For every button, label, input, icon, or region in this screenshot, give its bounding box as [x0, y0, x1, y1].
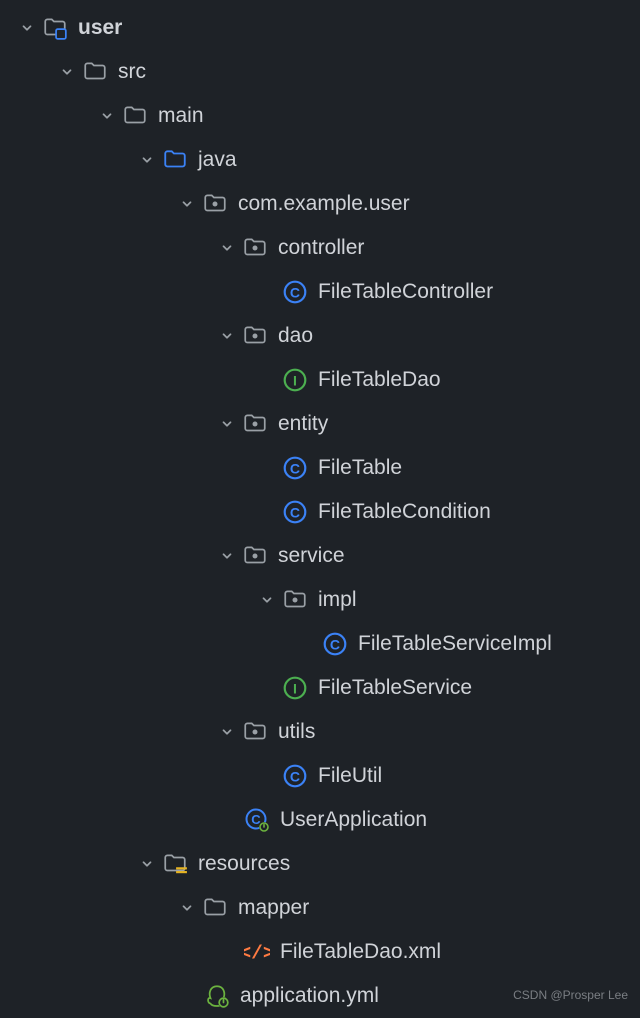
- chevron-down-icon[interactable]: [258, 591, 276, 609]
- package-controller[interactable]: controller: [0, 226, 640, 270]
- tree-node-label: FileTableService: [318, 676, 472, 700]
- tree-node-label: FileTableCondition: [318, 500, 491, 524]
- tree-node-label: impl: [318, 588, 357, 612]
- tree-node-label: service: [278, 544, 345, 568]
- chevron-down-icon[interactable]: [178, 899, 196, 917]
- chevron-down-icon[interactable]: [218, 239, 236, 257]
- svg-text:C: C: [330, 636, 340, 652]
- resources-icon: [162, 851, 188, 877]
- tree-node-label: main: [158, 104, 204, 128]
- folder-icon: [202, 895, 228, 921]
- package-utils[interactable]: utils: [0, 710, 640, 754]
- class-file-util[interactable]: C FileUtil: [0, 754, 640, 798]
- xml-icon: </>: [244, 939, 270, 965]
- tree-node-label: FileTable: [318, 456, 402, 480]
- tree-node-label: FileUtil: [318, 764, 382, 788]
- chevron-down-icon[interactable]: [218, 415, 236, 433]
- package-icon: [242, 719, 268, 745]
- tree-node-label: UserApplication: [280, 808, 427, 832]
- package-com-example-user[interactable]: com.example.user: [0, 182, 640, 226]
- package-impl[interactable]: impl: [0, 578, 640, 622]
- tree-node-label: java: [198, 148, 237, 172]
- tree-node-label: application.yml: [240, 984, 379, 1008]
- spring-yml-icon: [204, 983, 230, 1009]
- tree-node-label: controller: [278, 236, 364, 260]
- tree-node-label: FileTableServiceImpl: [358, 632, 552, 656]
- package-icon: [282, 587, 308, 613]
- chevron-down-icon[interactable]: [98, 107, 116, 125]
- class-user-application[interactable]: C UserApplication: [0, 798, 640, 842]
- tree-node-label: FileTableDao.xml: [280, 940, 441, 964]
- package-service[interactable]: service: [0, 534, 640, 578]
- project-tree: user srcmain javacom.example.user controlle…: [0, 6, 640, 1018]
- tree-node-label: utils: [278, 720, 315, 744]
- class-icon: C: [282, 455, 308, 481]
- folder-resources[interactable]: resources: [0, 842, 640, 886]
- tree-node-label: resources: [198, 852, 290, 876]
- package-icon: [242, 235, 268, 261]
- chevron-down-icon[interactable]: [18, 19, 36, 37]
- chevron-down-icon[interactable]: [138, 855, 156, 873]
- folder-main[interactable]: main: [0, 94, 640, 138]
- tree-node-label: dao: [278, 324, 313, 348]
- package-icon: [242, 543, 268, 569]
- folder-user[interactable]: user: [0, 6, 640, 50]
- folder-icon: [122, 103, 148, 129]
- svg-text:I: I: [293, 680, 297, 696]
- tree-node-label: FileTableController: [318, 280, 493, 304]
- chevron-down-icon[interactable]: [138, 151, 156, 169]
- class-file-table-service-impl[interactable]: C FileTableServiceImpl: [0, 622, 640, 666]
- interface-icon: I: [282, 367, 308, 393]
- svg-text:</>: </>: [244, 943, 270, 965]
- package-icon: [242, 411, 268, 437]
- tree-node-label: mapper: [238, 896, 309, 920]
- folder-mapper[interactable]: mapper: [0, 886, 640, 930]
- class-icon: C: [282, 499, 308, 525]
- package-icon: [202, 191, 228, 217]
- tree-node-label: user: [78, 16, 122, 40]
- module-folder-icon: [42, 15, 68, 41]
- tree-node-label: com.example.user: [238, 192, 410, 216]
- package-icon: [242, 323, 268, 349]
- folder-java[interactable]: java: [0, 138, 640, 182]
- class-file-table-controller[interactable]: C FileTableController: [0, 270, 640, 314]
- svg-text:C: C: [290, 284, 300, 300]
- class-file-table[interactable]: C FileTable: [0, 446, 640, 490]
- tree-node-label: entity: [278, 412, 328, 436]
- class-file-table-condition[interactable]: C FileTableCondition: [0, 490, 640, 534]
- interface-file-table-service[interactable]: I FileTableService: [0, 666, 640, 710]
- interface-icon: I: [282, 675, 308, 701]
- folder-src[interactable]: src: [0, 50, 640, 94]
- chevron-down-icon[interactable]: [58, 63, 76, 81]
- folder-icon: [82, 59, 108, 85]
- class-icon: C: [322, 631, 348, 657]
- svg-text:C: C: [290, 460, 300, 476]
- source-folder-icon: [162, 147, 188, 173]
- chevron-down-icon[interactable]: [218, 327, 236, 345]
- svg-text:I: I: [293, 372, 297, 388]
- spring-class-icon: C: [244, 807, 270, 833]
- package-dao[interactable]: dao: [0, 314, 640, 358]
- package-entity[interactable]: entity: [0, 402, 640, 446]
- chevron-down-icon[interactable]: [218, 547, 236, 565]
- tree-node-label: src: [118, 60, 146, 84]
- interface-file-table-dao[interactable]: I FileTableDao: [0, 358, 640, 402]
- chevron-down-icon[interactable]: [178, 195, 196, 213]
- class-icon: C: [282, 279, 308, 305]
- chevron-down-icon[interactable]: [218, 723, 236, 741]
- svg-text:C: C: [290, 504, 300, 520]
- tree-node-label: FileTableDao: [318, 368, 441, 392]
- class-icon: C: [282, 763, 308, 789]
- watermark: CSDN @Prosper Lee: [513, 988, 628, 1002]
- svg-text:C: C: [290, 768, 300, 784]
- file-file-table-dao-xml[interactable]: </> FileTableDao.xml: [0, 930, 640, 974]
